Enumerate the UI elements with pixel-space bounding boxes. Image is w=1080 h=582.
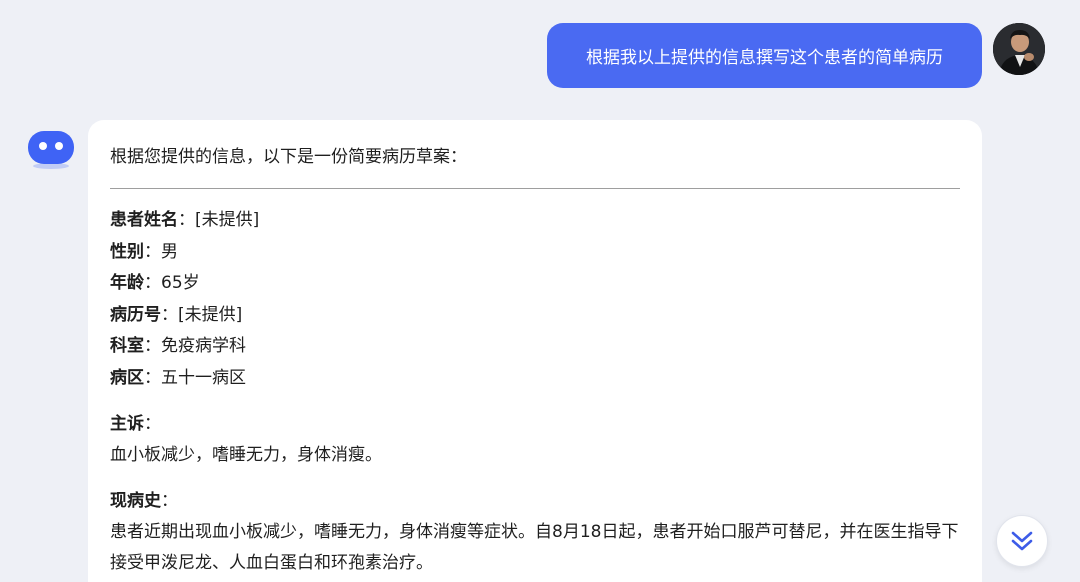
field-patient-name: 患者姓名：[未提供] — [110, 205, 960, 237]
field-record-number: 病历号：[未提供] — [110, 300, 960, 332]
field-age: 年龄：65岁 — [110, 268, 960, 300]
field-separator: ： — [161, 304, 178, 325]
section-separator: ： — [161, 491, 178, 511]
bot-message-bubble: 根据您提供的信息，以下是一份简要病历草案： 患者姓名：[未提供] 性别：男 年龄… — [88, 120, 982, 582]
user-message-bubble: 根据我以上提供的信息撰写这个患者的简单病历 — [547, 23, 982, 88]
field-value: 男 — [161, 241, 178, 262]
field-department: 科室：免疫病学科 — [110, 331, 960, 363]
field-label: 患者姓名 — [110, 210, 178, 230]
double-chevron-down-icon — [1011, 531, 1033, 551]
field-ward: 病区：五十一病区 — [110, 363, 960, 395]
present-illness-heading: 现病史： — [110, 486, 960, 517]
field-separator: ： — [144, 273, 161, 293]
user-avatar[interactable] — [993, 23, 1045, 75]
bot-intro-text: 根据您提供的信息，以下是一份简要病历草案： — [110, 147, 467, 167]
field-gender: 性别：男 — [110, 237, 960, 269]
section-title: 主诉 — [110, 414, 144, 434]
bot-face-icon — [28, 131, 74, 169]
section-divider — [110, 188, 960, 189]
section-separator: ： — [144, 414, 161, 434]
chief-complaint-heading: 主诉： — [110, 409, 960, 440]
field-label: 病区 — [110, 367, 144, 388]
user-photo-avatar — [993, 23, 1045, 75]
field-label: 科室 — [110, 336, 144, 356]
field-separator: ： — [144, 336, 161, 356]
bot-avatar — [27, 129, 75, 169]
field-value: 免疫病学科 — [161, 336, 246, 356]
field-label: 病历号 — [110, 304, 161, 325]
scroll-to-bottom-button[interactable] — [996, 515, 1048, 567]
field-separator: ： — [178, 210, 195, 230]
field-label: 年龄 — [110, 273, 144, 293]
user-message-text: 根据我以上提供的信息撰写这个患者的简单病历 — [586, 48, 943, 68]
chat-container: 根据我以上提供的信息撰写这个患者的简单病历 根据您提供的信息，以下是一份简要病历… — [0, 0, 1080, 582]
field-value: 五十一病区 — [161, 367, 246, 388]
present-illness-text: 患者近期出现血小板减少，嗜睡无力，身体消瘦等症状。自8月18日起，患者开始口服芦… — [110, 522, 959, 573]
field-label: 性别 — [110, 241, 144, 262]
section-title: 现病史 — [110, 491, 161, 511]
field-value: [未提供] — [178, 304, 243, 325]
field-value: 65岁 — [161, 273, 200, 293]
chief-complaint-text: 血小板减少，嗜睡无力，身体消瘦。 — [110, 445, 382, 465]
field-value: [未提供] — [195, 210, 260, 230]
field-separator: ： — [144, 241, 161, 262]
field-separator: ： — [144, 367, 161, 388]
